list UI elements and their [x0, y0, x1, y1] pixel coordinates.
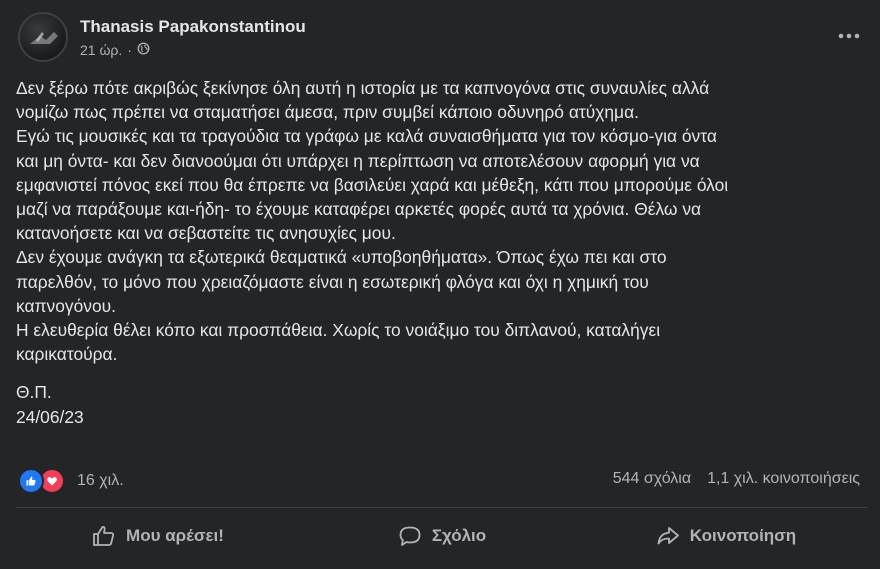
- post-paragraph: Δεν ξέρω πότε ακριβώς ξεκίνησε όλη αυτή …: [16, 78, 710, 123]
- reaction-icons[interactable]: [18, 468, 65, 494]
- post-time[interactable]: 21 ώρ.: [80, 42, 122, 58]
- author-name[interactable]: Thanasis Papakonstantinou: [80, 17, 306, 37]
- divider: [16, 507, 868, 508]
- action-bar: Μου αρέσει! Σχόλιο Κοινοποίηση: [16, 512, 868, 560]
- share-button-label: Κοινοποίηση: [689, 526, 797, 545]
- post-paragraph: Δεν έχουμε ανάγκη τα εξωτερικά θεαματικά…: [16, 247, 667, 316]
- more-options-icon[interactable]: [832, 22, 866, 50]
- share-arrow-icon: [656, 525, 680, 547]
- like-button[interactable]: Μου αρέσει!: [16, 512, 300, 560]
- post-paragraph: Η ελευθερία θέλει κόπο και προσπάθεια. Χ…: [16, 320, 661, 365]
- like-icon: [18, 468, 44, 494]
- comment-button[interactable]: Σχόλιο: [300, 512, 584, 560]
- comments-count[interactable]: 544 σχόλια: [613, 470, 691, 488]
- globe-icon: [137, 42, 150, 58]
- post-signature: Θ.Π.: [16, 382, 52, 403]
- avatar-photo: [30, 32, 58, 44]
- post-meta: 21 ώρ. ·: [80, 42, 150, 58]
- shares-count[interactable]: 1,1 χιλ. κοινοποιήσεις: [707, 470, 860, 488]
- meta-separator: ·: [127, 42, 132, 58]
- avatar[interactable]: [18, 12, 68, 62]
- comment-button-label: Σχόλιο: [431, 526, 487, 545]
- post-text: Δεν ξέρω πότε ακριβώς ξεκίνησε όλη αυτή …: [16, 76, 866, 429]
- thumbs-up-icon: [92, 525, 116, 547]
- share-button[interactable]: Κοινοποίηση: [584, 512, 868, 560]
- post-paragraph: Εγώ τις μουσικές και τα τραγούδια τα γρά…: [16, 126, 729, 244]
- post-header: Thanasis Papakonstantinou 21 ώρ. ·: [18, 12, 868, 62]
- post-date: 24/06/23: [16, 406, 84, 427]
- reactions-bar: 16 χιλ. 544 σχόλια 1,1 χιλ. κοινοποιήσει…: [18, 468, 870, 494]
- engagement-counts: 544 σχόλια 1,1 χιλ. κοινοποιήσεις: [613, 470, 860, 488]
- comment-bubble-icon: [398, 525, 422, 547]
- like-button-label: Μου αρέσει!: [126, 526, 224, 545]
- reactions-count[interactable]: 16 χιλ.: [77, 472, 124, 490]
